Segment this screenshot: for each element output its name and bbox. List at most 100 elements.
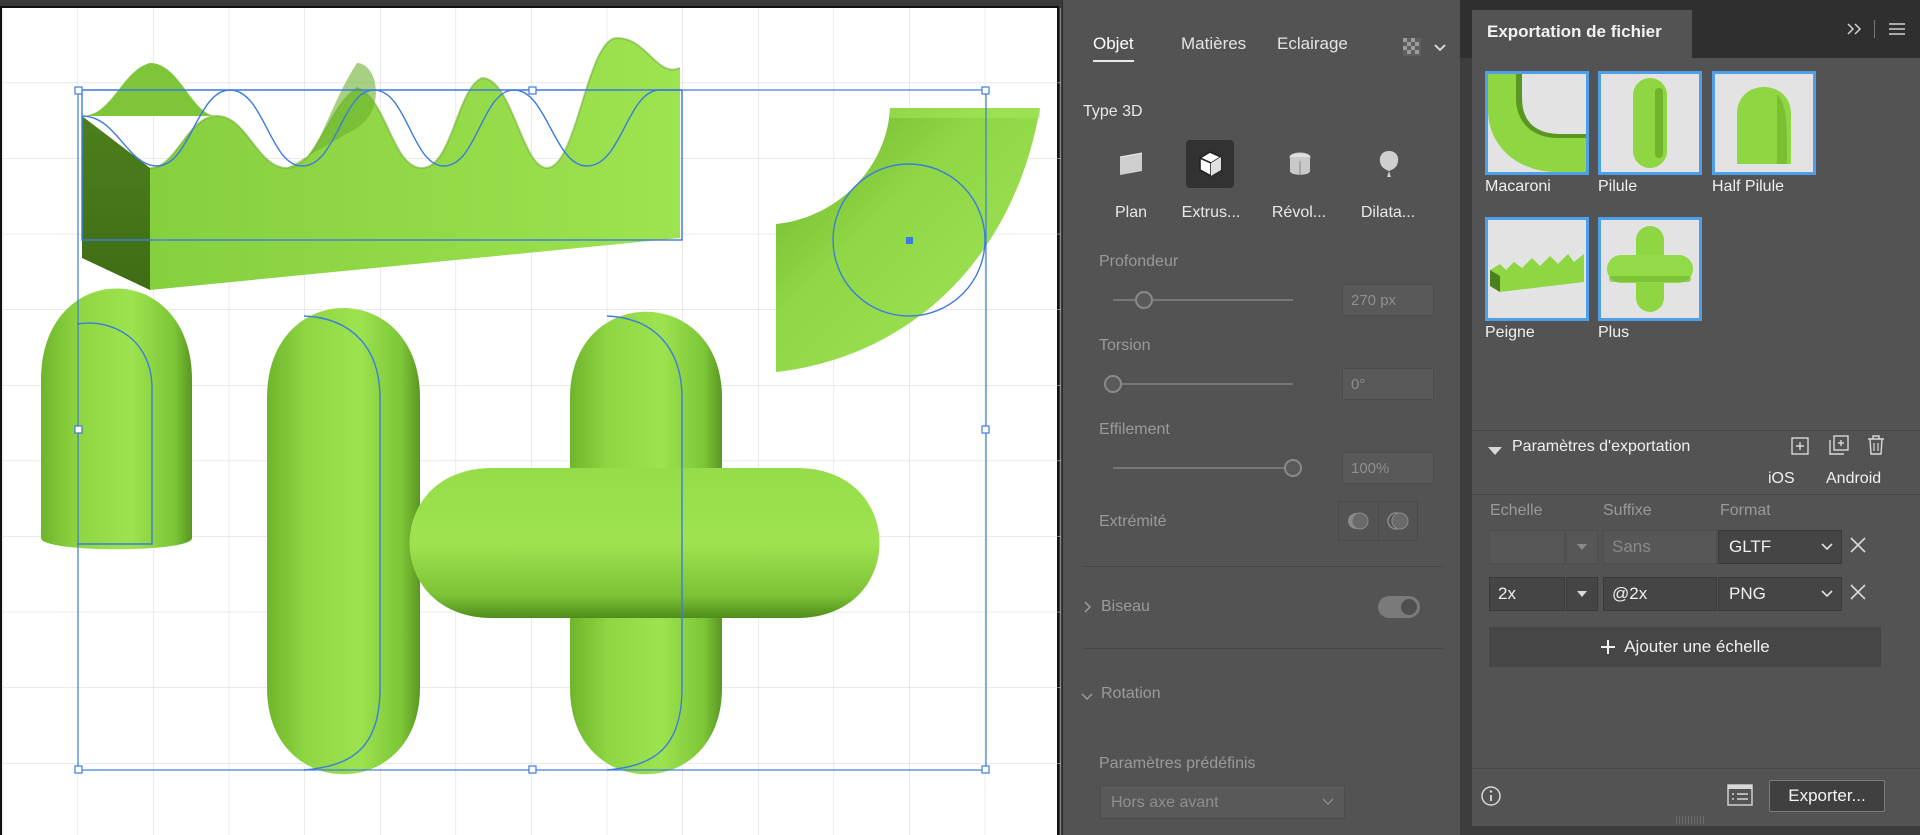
bevel-label[interactable]: Biseau — [1101, 598, 1150, 616]
scale-input[interactable] — [1489, 530, 1565, 564]
remove-row-icon[interactable] — [1848, 582, 1872, 606]
depth-label: Profondeur — [1099, 253, 1179, 270]
tab-objet[interactable]: Objet — [1093, 34, 1134, 62]
scale-dropdown[interactable] — [1566, 577, 1598, 611]
triangle-down-icon — [1577, 591, 1587, 597]
extrude-icon — [1199, 151, 1222, 177]
scale-input[interactable]: 2x — [1489, 577, 1565, 611]
format-select[interactable]: GLTF — [1718, 530, 1842, 564]
3d-panel-tabs: Objet Matières Eclairage — [1063, 0, 1460, 64]
export-settings-label: Paramètres d'exportation — [1512, 438, 1691, 455]
macaroni-thumbnail — [1485, 71, 1589, 175]
artboard[interactable] — [0, 6, 1061, 835]
preset-select[interactable]: Hors axe avant — [1100, 785, 1345, 819]
center-point[interactable] — [906, 237, 913, 244]
collapse-panel-icon[interactable] — [1846, 22, 1864, 41]
chevron-right-icon[interactable] — [1083, 600, 1093, 618]
preset-value: Hors axe avant — [1111, 794, 1219, 811]
duplicate-asset-icon[interactable] — [1828, 434, 1850, 461]
type-extrude-label: Extrus... — [1181, 204, 1241, 221]
asset-name: Pilule — [1598, 178, 1638, 195]
add-scale-button[interactable]: Ajouter une échelle — [1489, 627, 1881, 667]
cap-on-icon — [1348, 512, 1369, 530]
chevron-down-icon — [1821, 543, 1833, 551]
depth-slider-knob[interactable] — [1134, 291, 1153, 309]
asset-name: Plus — [1598, 324, 1630, 341]
divider — [1083, 648, 1443, 649]
column-scale: Echelle — [1490, 502, 1543, 519]
export-panel-tab[interactable]: Exportation de fichier — [1472, 10, 1692, 58]
scale-dropdown[interactable] — [1566, 530, 1598, 564]
cap-off-button[interactable] — [1379, 502, 1418, 540]
bevel-toggle[interactable] — [1378, 596, 1420, 618]
header-separator — [1874, 20, 1875, 38]
platform-android[interactable]: Android — [1826, 470, 1881, 488]
collapse-triangle-icon[interactable] — [1487, 443, 1503, 461]
format-value: GLTF — [1729, 537, 1772, 556]
inflate-icon — [1379, 151, 1399, 177]
asset-name: Half Pilule — [1712, 178, 1785, 195]
column-suffix: Suffixe — [1603, 502, 1652, 519]
chevron-down-icon — [1322, 798, 1334, 806]
render-icon[interactable] — [1401, 36, 1423, 63]
cap-label: Extrémité — [1099, 513, 1167, 530]
taper-slider[interactable] — [1113, 467, 1293, 469]
pill-shape[interactable] — [267, 308, 420, 775]
export-panel-header: Exportation de fichier — [1460, 0, 1920, 58]
presets-label: Paramètres prédéfinis — [1099, 755, 1256, 772]
new-asset-icon[interactable] — [1790, 436, 1810, 461]
asset-name: Peigne — [1485, 324, 1535, 341]
revolve-icon — [1289, 152, 1311, 175]
rotation-label[interactable]: Rotation — [1101, 685, 1161, 703]
column-format: Format — [1720, 502, 1771, 519]
export-button[interactable]: Exporter... — [1769, 780, 1885, 812]
platform-ios[interactable]: iOS — [1768, 470, 1795, 488]
asset-macaroni[interactable]: Macaroni — [1485, 71, 1593, 196]
suffix-input[interactable]: Sans — [1603, 530, 1717, 564]
suffix-input[interactable]: @2x — [1603, 577, 1717, 611]
twist-slider[interactable] — [1113, 383, 1293, 385]
tab-eclairage[interactable]: Eclairage — [1277, 34, 1348, 54]
chevron-down-icon[interactable] — [1433, 40, 1447, 58]
plane-icon — [1119, 152, 1143, 175]
divider — [1472, 768, 1920, 769]
add-scale-label: Ajouter une échelle — [1624, 637, 1770, 656]
chevron-down-icon[interactable] — [1081, 689, 1093, 707]
divider — [1472, 430, 1920, 431]
info-icon[interactable] — [1480, 785, 1502, 812]
panel-menu-icon[interactable] — [1888, 22, 1906, 41]
asset-peigne[interactable]: Peigne — [1485, 217, 1593, 342]
asset-plus[interactable]: Plus — [1598, 217, 1706, 342]
twist-slider-knob[interactable] — [1104, 375, 1122, 393]
asset-pilule[interactable]: Pilule — [1598, 71, 1706, 196]
3d-panel: Objet Matières Eclairage Type 3D Plan Ex… — [1062, 0, 1460, 835]
chevron-down-icon — [1821, 590, 1833, 598]
format-select[interactable]: PNG — [1718, 577, 1842, 611]
format-value: PNG — [1729, 584, 1766, 603]
type-revolve-button[interactable] — [1276, 140, 1324, 188]
type-revolve-label: Révol... — [1271, 204, 1327, 221]
type-inflate-button[interactable] — [1365, 140, 1413, 188]
tab-matieres[interactable]: Matières — [1181, 34, 1246, 54]
export-settings-icon[interactable] — [1727, 783, 1753, 812]
taper-value[interactable]: 100% — [1342, 452, 1434, 484]
depth-value[interactable]: 270 px — [1342, 284, 1434, 316]
type-inflate-label: Dilata... — [1360, 204, 1416, 221]
twist-value[interactable]: 0° — [1342, 368, 1434, 400]
type-3d-heading: Type 3D — [1083, 103, 1143, 120]
taper-slider-knob[interactable] — [1284, 459, 1302, 477]
type-plane-button[interactable] — [1107, 140, 1155, 188]
trash-icon[interactable] — [1866, 434, 1886, 461]
canvas[interactable] — [0, 0, 1062, 835]
type-extrude-button[interactable] — [1186, 140, 1234, 188]
asset-name: Macaroni — [1485, 178, 1551, 195]
half-pill-shape[interactable] — [41, 288, 192, 550]
remove-row-icon[interactable] — [1848, 535, 1872, 559]
pill-thumbnail — [1598, 71, 1702, 175]
asset-half-pilule[interactable]: Half Pilule — [1712, 71, 1820, 196]
cap-on-button[interactable] — [1339, 502, 1379, 540]
half-pill-thumbnail — [1712, 71, 1816, 175]
artwork[interactable] — [2, 8, 1061, 835]
triangle-down-icon — [1577, 544, 1587, 550]
resize-grip[interactable] — [1676, 816, 1704, 824]
